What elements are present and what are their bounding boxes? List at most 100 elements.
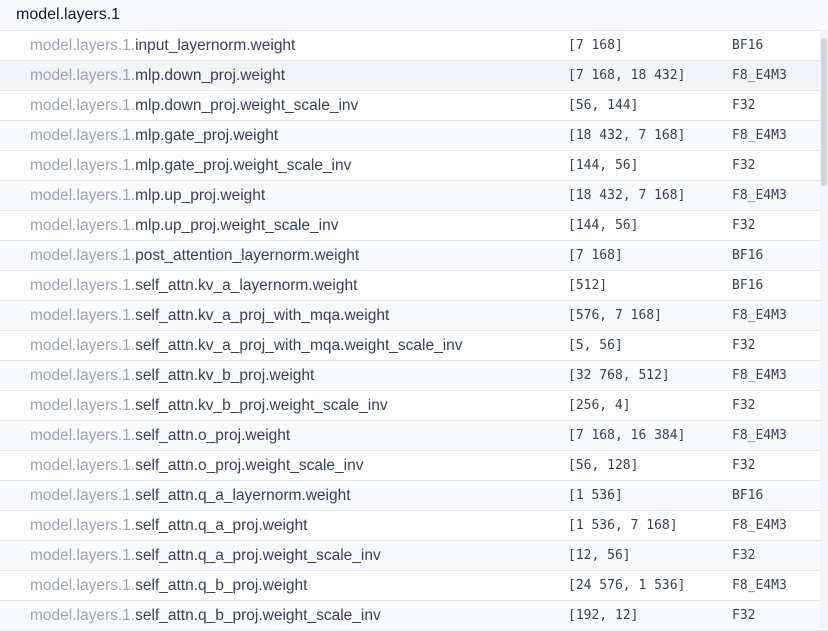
- tensor-shape: [576, 7 168]: [568, 308, 662, 323]
- tensor-name: model.layers.1.self_attn.o_proj.weight: [0, 427, 566, 445]
- tensor-row[interactable]: model.layers.1.mlp.gate_proj.weight_scal…: [0, 151, 828, 181]
- tensor-shape: [12, 56]: [568, 548, 631, 563]
- group-header[interactable]: model.layers.1: [0, 0, 828, 31]
- tensor-shape: [144, 56]: [568, 218, 639, 233]
- tensor-name-prefix: model.layers.1.: [30, 126, 136, 144]
- tensor-dtype: F32: [732, 338, 756, 353]
- tensor-name-suffix: self_attn.kv_a_proj_with_mqa.weight: [135, 306, 390, 324]
- tensor-name-suffix: self_attn.kv_b_proj.weight: [135, 366, 315, 384]
- tensor-shape: [32 768, 512]: [568, 368, 670, 383]
- tensor-name: model.layers.1.self_attn.q_a_layernorm.w…: [0, 487, 566, 505]
- tensor-dtype: F8_E4M3: [732, 68, 787, 83]
- tensor-name-prefix: model.layers.1.: [30, 276, 136, 294]
- tensor-list-panel: model.layers.1 model.layers.1.input_laye…: [0, 0, 828, 631]
- tensor-row[interactable]: model.layers.1.self_attn.q_a_layernorm.w…: [0, 481, 828, 511]
- tensor-name: model.layers.1.self_attn.q_b_proj.weight…: [0, 607, 566, 625]
- tensor-name-suffix: mlp.gate_proj.weight_scale_inv: [135, 156, 352, 174]
- tensor-dtype: F32: [732, 608, 756, 623]
- tensor-shape: [1 536, 7 168]: [568, 518, 678, 533]
- tensor-dtype: F8_E4M3: [732, 518, 787, 533]
- tensor-row[interactable]: model.layers.1.mlp.down_proj.weight [7 1…: [0, 61, 828, 91]
- tensor-row[interactable]: model.layers.1.self_attn.kv_a_proj_with_…: [0, 331, 828, 361]
- tensor-row[interactable]: model.layers.1.self_attn.q_a_proj.weight…: [0, 541, 828, 571]
- tensor-dtype: BF16: [732, 38, 764, 53]
- tensor-shape: [7 168, 16 384]: [568, 428, 686, 443]
- tensor-name-prefix: model.layers.1.: [30, 156, 136, 174]
- tensor-row[interactable]: model.layers.1.self_attn.q_a_proj.weight…: [0, 511, 828, 541]
- tensor-name-suffix: self_attn.kv_b_proj.weight_scale_inv: [135, 396, 388, 414]
- tensor-shape: [192, 12]: [568, 608, 639, 623]
- tensor-dtype: F8_E4M3: [732, 308, 787, 323]
- tensor-row[interactable]: model.layers.1.self_attn.o_proj.weight […: [0, 421, 828, 451]
- tensor-name-prefix: model.layers.1.: [30, 216, 136, 234]
- tensor-dtype: BF16: [732, 488, 764, 503]
- tensor-name-prefix: model.layers.1.: [30, 186, 136, 204]
- tensor-name-prefix: model.layers.1.: [30, 486, 136, 504]
- tensor-name-prefix: model.layers.1.: [30, 96, 136, 114]
- tensor-name: model.layers.1.post_attention_layernorm.…: [0, 247, 566, 265]
- tensor-name-suffix: post_attention_layernorm.weight: [135, 246, 360, 264]
- tensor-shape: [5, 56]: [568, 338, 623, 353]
- tensor-row[interactable]: model.layers.1.mlp.down_proj.weight_scal…: [0, 91, 828, 121]
- tensor-name: model.layers.1.self_attn.o_proj.weight_s…: [0, 457, 566, 475]
- tensor-name-suffix: self_attn.q_a_proj.weight_scale_inv: [135, 546, 381, 564]
- group-title: model.layers.1: [16, 6, 121, 23]
- tensor-name: model.layers.1.self_attn.kv_b_proj.weigh…: [0, 367, 566, 385]
- tensor-shape: [18 432, 7 168]: [568, 188, 686, 203]
- tensor-dtype: F8_E4M3: [732, 578, 787, 593]
- tensor-name-suffix: self_attn.kv_a_proj_with_mqa.weight_scal…: [135, 336, 463, 354]
- tensor-name: model.layers.1.self_attn.kv_a_layernorm.…: [0, 277, 566, 295]
- tensor-shape: [144, 56]: [568, 158, 639, 173]
- tensor-row[interactable]: model.layers.1.input_layernorm.weight [7…: [0, 31, 828, 61]
- tensor-dtype: F8_E4M3: [732, 128, 787, 143]
- tensor-name-suffix: input_layernorm.weight: [135, 36, 296, 54]
- tensor-name-suffix: self_attn.kv_a_layernorm.weight: [135, 276, 358, 294]
- tensor-name-suffix: mlp.up_proj.weight: [135, 186, 266, 204]
- tensor-name: model.layers.1.mlp.down_proj.weight_scal…: [0, 97, 566, 115]
- tensor-dtype: F32: [732, 218, 756, 233]
- tensor-name: model.layers.1.self_attn.kv_a_proj_with_…: [0, 337, 566, 355]
- tensor-name-suffix: self_attn.q_b_proj.weight: [135, 576, 308, 594]
- tensor-row[interactable]: model.layers.1.self_attn.q_b_proj.weight…: [0, 571, 828, 601]
- tensor-row[interactable]: model.layers.1.self_attn.kv_a_proj_with_…: [0, 301, 828, 331]
- tensor-shape: [7 168]: [568, 248, 623, 263]
- tensor-shape: [1 536]: [568, 488, 623, 503]
- tensor-row[interactable]: model.layers.1.self_attn.q_b_proj.weight…: [0, 601, 828, 631]
- tensor-row[interactable]: model.layers.1.self_attn.kv_b_proj.weigh…: [0, 361, 828, 391]
- tensor-name-suffix: self_attn.o_proj.weight: [135, 426, 291, 444]
- tensor-dtype: BF16: [732, 248, 764, 263]
- tensor-dtype: F32: [732, 548, 756, 563]
- tensor-shape: [7 168]: [568, 38, 623, 53]
- tensor-name-prefix: model.layers.1.: [30, 246, 136, 264]
- tensor-name: model.layers.1.self_attn.q_b_proj.weight: [0, 577, 566, 595]
- tensor-name-prefix: model.layers.1.: [30, 396, 136, 414]
- tensor-row[interactable]: model.layers.1.mlp.up_proj.weight [18 43…: [0, 181, 828, 211]
- tensor-name-prefix: model.layers.1.: [30, 516, 136, 534]
- scrollbar-thumb[interactable]: [821, 38, 827, 186]
- tensor-row[interactable]: model.layers.1.mlp.up_proj.weight_scale_…: [0, 211, 828, 241]
- tensor-name-prefix: model.layers.1.: [30, 546, 136, 564]
- tensor-name-prefix: model.layers.1.: [30, 456, 136, 474]
- tensor-row[interactable]: model.layers.1.mlp.gate_proj.weight [18 …: [0, 121, 828, 151]
- tensor-shape: [56, 144]: [568, 98, 639, 113]
- tensor-dtype: BF16: [732, 278, 764, 293]
- tensor-name-prefix: model.layers.1.: [30, 576, 136, 594]
- vertical-scrollbar[interactable]: [820, 30, 828, 628]
- tensor-name-prefix: model.layers.1.: [30, 306, 136, 324]
- tensor-row[interactable]: model.layers.1.self_attn.kv_b_proj.weigh…: [0, 391, 828, 421]
- tensor-shape: [24 576, 1 536]: [568, 578, 686, 593]
- tensor-row[interactable]: model.layers.1.self_attn.o_proj.weight_s…: [0, 451, 828, 481]
- tensor-name-suffix: mlp.down_proj.weight: [135, 66, 286, 84]
- tensor-row[interactable]: model.layers.1.self_attn.kv_a_layernorm.…: [0, 271, 828, 301]
- tensor-name: model.layers.1.self_attn.kv_a_proj_with_…: [0, 307, 566, 325]
- tensor-shape: [512]: [568, 278, 608, 293]
- tensor-name-prefix: model.layers.1.: [30, 36, 136, 54]
- tensor-name-suffix: self_attn.o_proj.weight_scale_inv: [135, 456, 364, 474]
- tensor-row[interactable]: model.layers.1.post_attention_layernorm.…: [0, 241, 828, 271]
- tensor-dtype: F8_E4M3: [732, 188, 787, 203]
- tensor-name: model.layers.1.mlp.gate_proj.weight: [0, 127, 566, 145]
- tensor-dtype: F32: [732, 458, 756, 473]
- tensor-name: model.layers.1.self_attn.q_a_proj.weight…: [0, 547, 566, 565]
- tensor-name: model.layers.1.self_attn.kv_b_proj.weigh…: [0, 397, 566, 415]
- tensor-name-prefix: model.layers.1.: [30, 336, 136, 354]
